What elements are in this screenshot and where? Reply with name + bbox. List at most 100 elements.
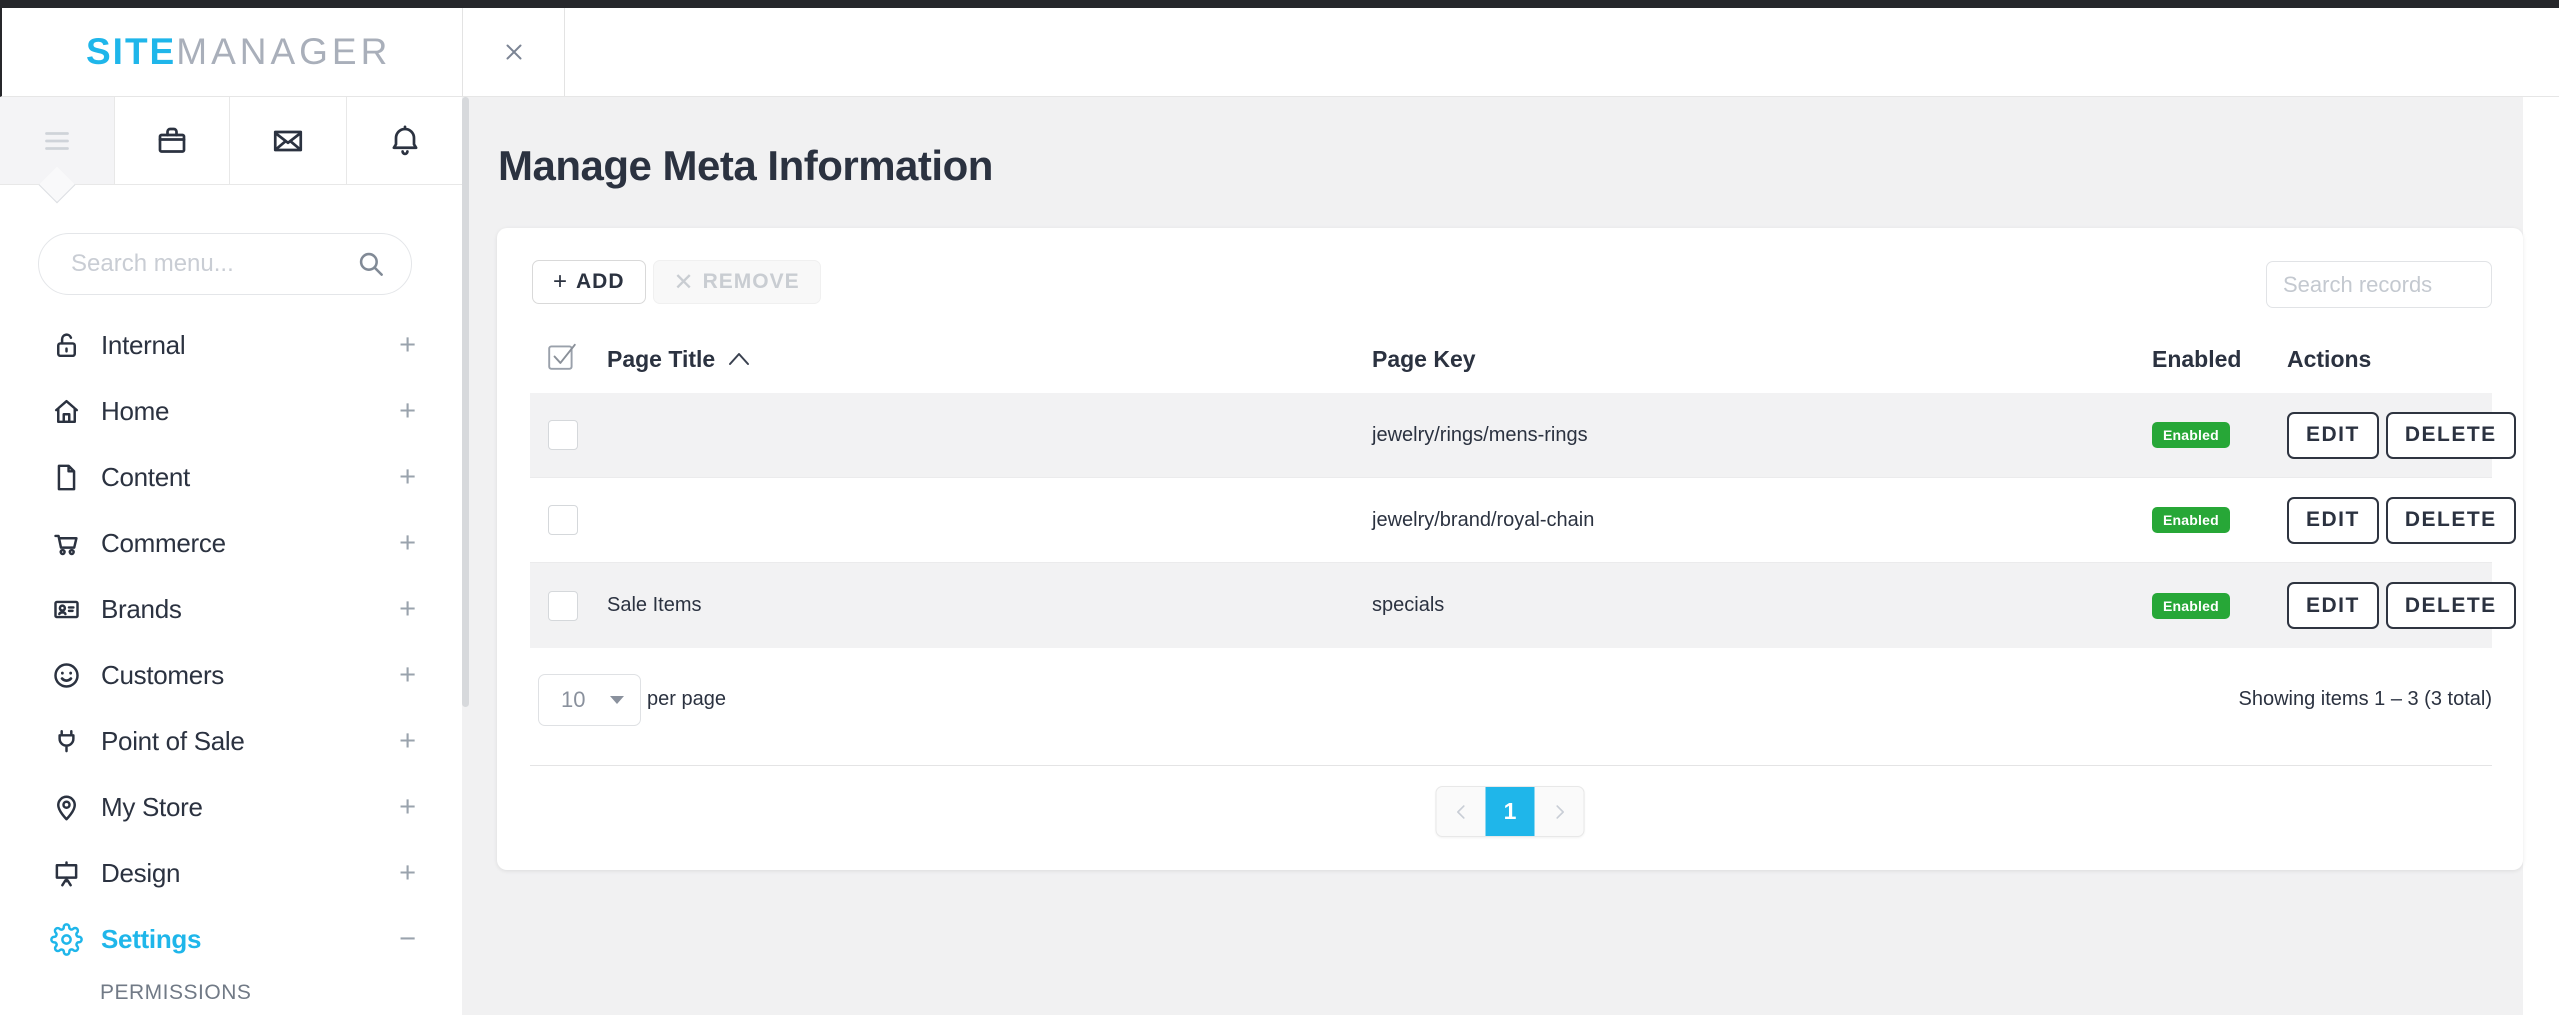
apps-tab[interactable]: [115, 97, 230, 184]
home-icon: [50, 395, 83, 428]
search-records-input[interactable]: [2266, 261, 2492, 308]
sidebar-item-label: Settings: [101, 924, 201, 955]
expand-plus-icon[interactable]: +: [399, 659, 416, 692]
column-header-enabled: Enabled: [2152, 346, 2287, 373]
showing-items-text: Showing items 1 – 3 (3 total): [2239, 688, 2492, 711]
table-toolbar: + ADD ✕ REMOVE: [532, 260, 821, 304]
expand-plus-icon[interactable]: +: [399, 461, 416, 494]
remove-button-disabled[interactable]: ✕ REMOVE: [653, 260, 821, 304]
sidebar-item-label: Content: [101, 462, 190, 493]
status-badge: Enabled: [2152, 422, 2230, 448]
window-top-border: [0, 0, 2559, 8]
mail-icon: [270, 123, 306, 159]
page-title: Manage Meta Information: [498, 142, 993, 190]
sidebar-item-point-of-sale[interactable]: Point of Sale +: [0, 708, 462, 774]
page-1-button[interactable]: 1: [1486, 787, 1535, 836]
sidebar-item-label: Customers: [101, 660, 224, 691]
sidebar-icon-row: [0, 97, 462, 185]
messages-tab[interactable]: [230, 97, 347, 184]
sidebar-item-settings[interactable]: Settings −: [0, 906, 462, 972]
chevron-left-icon: [1450, 801, 1472, 823]
remove-button-label: REMOVE: [703, 270, 800, 294]
next-page-button[interactable]: [1535, 787, 1584, 836]
cart-icon: [50, 527, 83, 560]
plug-icon: [50, 725, 83, 758]
chevron-up-icon: [727, 350, 751, 368]
row-checkbox[interactable]: [548, 420, 578, 450]
expand-plus-icon[interactable]: +: [399, 725, 416, 758]
chevron-right-icon: [1548, 801, 1570, 823]
expand-plus-icon[interactable]: +: [399, 395, 416, 428]
sidebar-subitem-permissions[interactable]: PERMISSIONS: [0, 972, 462, 1014]
sidebar-item-design[interactable]: Design +: [0, 840, 462, 906]
column-header-actions: Actions: [2287, 346, 2492, 373]
logo-manager: MANAGER: [176, 31, 391, 73]
expand-plus-icon[interactable]: +: [399, 527, 416, 560]
per-page-value: 10: [539, 687, 585, 713]
row-checkbox[interactable]: [548, 591, 578, 621]
bell-icon: [387, 123, 423, 159]
cell-page-key: jewelry/rings/mens-rings: [1372, 424, 2152, 447]
logo-site: SITE: [86, 31, 176, 73]
meta-table: Page Title Page Key Enabled Actions jewe…: [530, 325, 2492, 648]
x-icon: ✕: [674, 268, 695, 297]
edit-button[interactable]: EDIT: [2287, 582, 2379, 629]
id-badge-icon: [50, 593, 83, 626]
table-row: jewelry/rings/mens-rings Enabled EDIT DE…: [530, 393, 2492, 478]
status-badge: Enabled: [2152, 593, 2230, 619]
sidebar-menu: Internal + Home + Content + Commerce + B…: [0, 312, 462, 1014]
easel-icon: [50, 857, 83, 890]
sidebar-item-commerce[interactable]: Commerce +: [0, 510, 462, 576]
sidebar-item-content[interactable]: Content +: [0, 444, 462, 510]
edit-button[interactable]: EDIT: [2287, 497, 2379, 544]
table-row: jewelry/brand/royal-chain Enabled EDIT D…: [530, 478, 2492, 563]
delete-button[interactable]: DELETE: [2386, 497, 2516, 544]
notifications-tab[interactable]: [347, 97, 462, 184]
sidebar-item-label: Point of Sale: [101, 726, 245, 757]
expand-plus-icon[interactable]: +: [399, 593, 416, 626]
cell-page-key: jewelry/brand/royal-chain: [1372, 509, 2152, 532]
per-page-select[interactable]: 10: [538, 674, 641, 726]
sidebar-item-label: Design: [101, 858, 180, 889]
smiley-icon: [50, 659, 83, 692]
pagination: 1: [1436, 786, 1585, 837]
sidebar: Internal + Home + Content + Commerce + B…: [0, 97, 462, 1015]
add-button-label: ADD: [576, 270, 625, 294]
edit-button[interactable]: EDIT: [2287, 412, 2379, 459]
previous-page-button[interactable]: [1437, 787, 1486, 836]
lock-open-icon: [50, 329, 83, 362]
table-header-row: Page Title Page Key Enabled Actions: [530, 325, 2492, 393]
gear-icon: [50, 923, 83, 956]
row-checkbox[interactable]: [548, 505, 578, 535]
cell-page-title: Sale Items: [594, 594, 1372, 617]
add-button[interactable]: + ADD: [532, 260, 646, 304]
expand-plus-icon[interactable]: +: [399, 857, 416, 890]
search-icon: [354, 247, 388, 281]
caret-down-icon: [610, 696, 624, 704]
close-tab-button[interactable]: [462, 8, 565, 96]
select-all-checkbox-icon[interactable]: [546, 340, 578, 372]
sidebar-item-home[interactable]: Home +: [0, 378, 462, 444]
per-page-label: per page: [647, 688, 726, 711]
column-header-page-title[interactable]: Page Title: [594, 346, 1372, 373]
menu-icon: [39, 123, 75, 159]
delete-button[interactable]: DELETE: [2386, 582, 2516, 629]
sidebar-item-label: Home: [101, 396, 169, 427]
expand-plus-icon[interactable]: +: [399, 791, 416, 824]
plus-icon: +: [553, 268, 568, 296]
sidebar-item-customers[interactable]: Customers +: [0, 642, 462, 708]
sidebar-scrollbar-thumb[interactable]: [462, 97, 469, 707]
sidebar-item-brands[interactable]: Brands +: [0, 576, 462, 642]
expand-plus-icon[interactable]: +: [399, 329, 416, 362]
sidebar-item-internal[interactable]: Internal +: [0, 312, 462, 378]
sidebar-search: [38, 233, 412, 295]
sidebar-item-my-store[interactable]: My Store +: [0, 774, 462, 840]
page-scrollbar-gutter[interactable]: [2523, 97, 2559, 1015]
sidebar-item-label: Brands: [101, 594, 182, 625]
briefcase-icon: [154, 123, 190, 159]
sidebar-item-label: Commerce: [101, 528, 226, 559]
sidebar-item-label: My Store: [101, 792, 203, 823]
delete-button[interactable]: DELETE: [2386, 412, 2516, 459]
column-header-page-key[interactable]: Page Key: [1372, 346, 2152, 373]
collapse-minus-icon[interactable]: −: [399, 923, 416, 956]
